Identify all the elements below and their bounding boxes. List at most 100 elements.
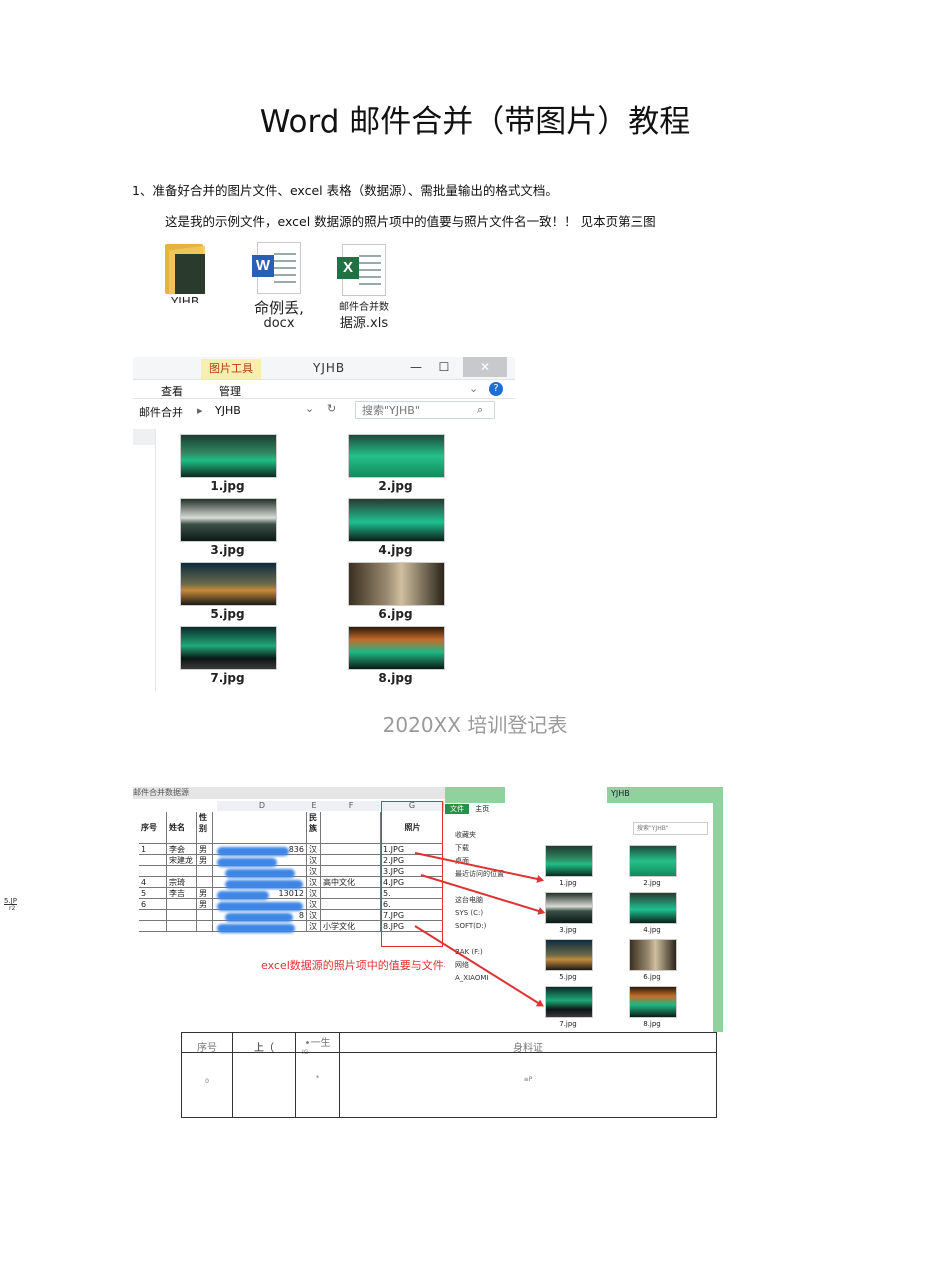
table-cell-name[interactable]: [167, 899, 197, 910]
table-cell-name[interactable]: [167, 921, 197, 932]
table-cell-name[interactable]: [167, 866, 197, 877]
image-thumbnail-2[interactable]: [629, 845, 677, 877]
address-bar[interactable]: 邮件合并 ▸ YJHB ⌄ ↻ 搜索"YJHB" ⌕: [133, 401, 515, 421]
column-header-d[interactable]: D: [217, 801, 308, 811]
image-thumbnail-8[interactable]: [348, 626, 445, 670]
table-cell-name[interactable]: [167, 910, 197, 921]
table-cell-edu[interactable]: [321, 866, 381, 877]
image-thumbnail-1[interactable]: [545, 845, 593, 877]
search-input[interactable]: 搜索"YJHB": [633, 822, 708, 835]
image-thumbnail-1[interactable]: [180, 434, 277, 478]
breadcrumb-folder[interactable]: YJHB: [215, 404, 241, 417]
table-cell-no[interactable]: 6: [139, 899, 167, 910]
table-cell-nation[interactable]: 汉: [307, 910, 321, 921]
nav-item[interactable]: 收藏夹: [445, 829, 539, 842]
table-cell-no[interactable]: 1: [139, 844, 167, 855]
table-cell-nation[interactable]: 汉: [307, 855, 321, 866]
column-header-f[interactable]: F: [321, 801, 382, 811]
table-cell-name[interactable]: 李吉: [167, 888, 197, 899]
tab-home[interactable]: 主页: [471, 805, 489, 813]
table-cell-name[interactable]: 宋建龙: [167, 855, 197, 866]
help-icon[interactable]: ?: [489, 382, 503, 396]
table-cell-sex[interactable]: [197, 877, 213, 888]
redacted-id: [217, 924, 295, 933]
image-thumbnail-5[interactable]: [545, 939, 593, 971]
tab-file[interactable]: 文件: [445, 804, 469, 814]
image-thumbnail-3[interactable]: [180, 498, 277, 542]
image-filename: 1.jpg: [559, 879, 577, 887]
chevron-down-icon[interactable]: ⌄: [305, 402, 314, 415]
window-title: YJHB: [611, 789, 630, 798]
minimize-button[interactable]: —: [401, 357, 431, 377]
table-cell-no[interactable]: 4: [139, 877, 167, 888]
breadcrumb-root[interactable]: 邮件合并: [139, 404, 183, 420]
column-header-e[interactable]: E: [307, 801, 322, 811]
table-cell-no[interactable]: [139, 910, 167, 921]
nav-item[interactable]: SYS (C:): [445, 907, 539, 920]
file-folder-yjhb[interactable]: YJHB: [160, 240, 210, 303]
image-thumbnail-6[interactable]: [629, 939, 677, 971]
close-button[interactable]: ✕: [463, 357, 507, 377]
table-cell-no[interactable]: 5: [139, 888, 167, 899]
chevron-down-icon[interactable]: ⌄: [469, 382, 478, 395]
table-cell-edu[interactable]: [321, 888, 381, 899]
nav-item[interactable]: 网络: [445, 959, 539, 972]
sheet-tab[interactable]: 邮件合并数据源: [133, 787, 445, 799]
table-cell-sex[interactable]: 男: [197, 888, 213, 899]
image-thumbnail-6[interactable]: [348, 562, 445, 606]
table-cell-edu[interactable]: [321, 844, 381, 855]
refresh-icon[interactable]: ↻: [327, 402, 336, 415]
search-icon[interactable]: ⌕: [477, 403, 483, 417]
image-thumbnail-8[interactable]: [629, 986, 677, 1018]
table-cell-edu[interactable]: [321, 910, 381, 921]
maximize-button[interactable]: ☐: [429, 357, 459, 377]
table-cell-edu[interactable]: [321, 855, 381, 866]
image-thumbnail-4[interactable]: [348, 498, 445, 542]
tab-picture-tools[interactable]: 图片工具: [201, 359, 261, 379]
table-cell-sex[interactable]: 男: [197, 899, 213, 910]
redacted-id: [217, 858, 277, 867]
nav-item[interactable]: 下载: [445, 842, 539, 855]
image-filename: 5.jpg: [210, 607, 245, 621]
table-cell-sex[interactable]: 男: [197, 844, 213, 855]
table-cell-name[interactable]: 宗琦: [167, 877, 197, 888]
table-cell-nation[interactable]: 汉: [307, 899, 321, 910]
nav-item[interactable]: SOFT(D:): [445, 920, 539, 933]
nav-item[interactable]: [445, 933, 539, 946]
image-thumbnail-7[interactable]: [180, 626, 277, 670]
table-cell-name[interactable]: 李会: [167, 844, 197, 855]
file-word-doc[interactable]: W 命例丢, docx: [244, 242, 314, 332]
image-thumbnail-3[interactable]: [545, 892, 593, 924]
header-cell: 姓名: [167, 812, 197, 844]
table-cell-edu[interactable]: 高中文化: [321, 877, 381, 888]
table-cell-no[interactable]: [139, 866, 167, 877]
search-input[interactable]: 搜索"YJHB": [355, 401, 495, 419]
tab-view[interactable]: 查看: [161, 383, 183, 399]
registration-table: 序号 0 上（ •一生 IG * 身料证 ≡P: [181, 1032, 717, 1118]
image-thumbnail-2[interactable]: [348, 434, 445, 478]
image-thumbnail-7[interactable]: [545, 986, 593, 1018]
tab-manage[interactable]: 管理: [219, 383, 241, 399]
table-cell-nation[interactable]: 汉: [307, 877, 321, 888]
table-cell-edu[interactable]: 小学文化: [321, 921, 381, 932]
table-cell-nation[interactable]: 汉: [307, 866, 321, 877]
table-cell-edu[interactable]: [321, 899, 381, 910]
table-cell-nation[interactable]: 汉: [307, 921, 321, 932]
table-cell-nation[interactable]: 汉: [307, 844, 321, 855]
header-cell: 性别: [197, 812, 213, 844]
image-filename: 4.jpg: [378, 543, 413, 557]
header-seq: 序号 0: [182, 1033, 233, 1117]
table-cell-sex[interactable]: [197, 921, 213, 932]
table-cell-sex[interactable]: [197, 910, 213, 921]
file-label: 邮件合并数: [339, 302, 389, 313]
table-cell-no[interactable]: [139, 855, 167, 866]
header-birth-text: •一生: [304, 1038, 331, 1049]
table-cell-sex[interactable]: [197, 866, 213, 877]
word-doc-icon: W: [252, 242, 301, 294]
image-thumbnail-4[interactable]: [629, 892, 677, 924]
table-cell-sex[interactable]: 男: [197, 855, 213, 866]
table-cell-no[interactable]: [139, 921, 167, 932]
file-excel-datasource[interactable]: X 邮件合并数 据源.xls: [326, 244, 402, 332]
table-cell-nation[interactable]: 汉: [307, 888, 321, 899]
image-thumbnail-5[interactable]: [180, 562, 277, 606]
